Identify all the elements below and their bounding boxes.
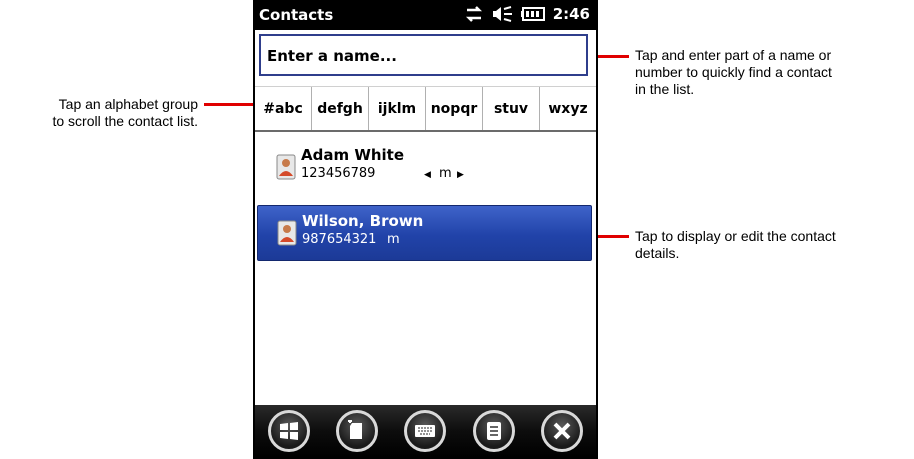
contact-name: Adam White <box>301 146 405 164</box>
keyboard-icon <box>415 425 436 437</box>
contact-name: Wilson, Brown <box>302 212 424 230</box>
search-callout-line1: Tap and enter part of a name or <box>635 47 832 63</box>
contact-card-icon <box>277 220 297 246</box>
alphabet-group-stuv[interactable]: stuv <box>483 87 540 130</box>
contact-card-icon <box>276 154 296 180</box>
clock[interactable]: 2:46 <box>553 5 590 23</box>
close-icon <box>553 422 571 440</box>
contact-callout: Tap to display or edit the contact detai… <box>635 228 910 262</box>
status-icons: 2:46 <box>465 5 590 23</box>
close-button[interactable] <box>540 410 583 452</box>
status-bar: Contacts 2:46 <box>255 0 596 30</box>
search-callout: Tap and enter part of a name or number t… <box>635 47 910 98</box>
next-number-icon[interactable]: ▶ <box>457 169 464 180</box>
volume-icon[interactable] <box>491 6 513 22</box>
data-connection-icon[interactable] <box>465 6 483 22</box>
contact-number: 123456789 <box>301 166 376 181</box>
app-title: Contacts <box>259 6 334 24</box>
contact-row-adam-white[interactable]: Adam White 123456789 ◀ m ▶ <box>255 140 596 196</box>
contact-number-type: m <box>439 166 452 181</box>
new-contact-icon <box>348 420 363 439</box>
alphabet-group-ijklm[interactable]: ijklm <box>369 87 426 130</box>
search-box[interactable] <box>259 34 588 76</box>
start-button[interactable] <box>268 410 311 452</box>
contact-number-type: m <box>387 232 400 247</box>
alphabet-callout: Tap an alphabet group to scroll the cont… <box>8 96 198 130</box>
menu-icon <box>486 422 501 440</box>
alphabet-group-defgh[interactable]: defgh <box>312 87 369 130</box>
previous-number-icon[interactable]: ◀ <box>424 169 431 180</box>
start-icon <box>280 422 299 440</box>
contact-callout-line1: Tap to display or edit the contact <box>635 228 836 244</box>
search-input[interactable] <box>267 46 567 66</box>
keyboard-button[interactable] <box>404 410 447 452</box>
contact-callout-line2: details. <box>635 245 680 261</box>
alphabet-group-wxyz[interactable]: wxyz <box>540 87 596 130</box>
contact-row-wilson-brown[interactable]: Wilson, Brown 987654321 m <box>257 205 592 261</box>
menu-button[interactable] <box>472 410 515 452</box>
contact-number: 987654321 <box>302 232 377 247</box>
phone-screen: Contacts 2:46 #abc defgh ijklm nopq <box>253 0 598 459</box>
new-contact-button[interactable] <box>336 410 379 452</box>
alphabet-callout-pointer <box>204 103 256 106</box>
alphabet-group-bar: #abc defgh ijklm nopqr stuv wxyz <box>255 86 596 132</box>
search-callout-line2: number to quickly find a contact <box>635 64 832 80</box>
bottom-toolbar <box>255 405 596 457</box>
alphabet-group-nopqr[interactable]: nopqr <box>426 87 483 130</box>
alphabet-callout-line1: Tap an alphabet group <box>58 96 198 112</box>
alphabet-callout-line2: to scroll the contact list. <box>52 113 198 129</box>
search-callout-line3: in the list. <box>635 81 695 97</box>
battery-icon[interactable] <box>520 7 545 21</box>
alphabet-group-abc[interactable]: #abc <box>255 87 312 130</box>
